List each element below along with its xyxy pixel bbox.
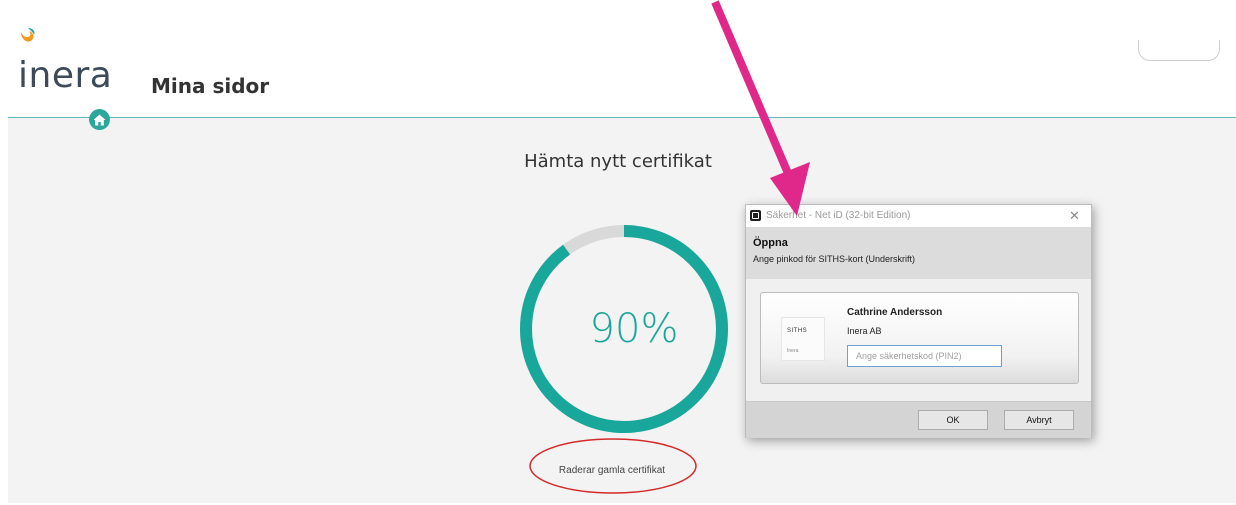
progress-indicator: 90% — [510, 219, 738, 439]
certificate-holder-name: Cathrine Andersson — [847, 307, 943, 318]
card-logo-subtext: Inera — [787, 348, 799, 354]
header-divider — [8, 117, 1236, 118]
netid-app-icon — [750, 210, 761, 221]
card-logo-text: SITHS — [787, 328, 808, 334]
dialog-header-subtitle: Ange pinkod för SITHS-kort (Underskrift) — [753, 254, 916, 264]
logo-text: inera — [18, 55, 113, 96]
header: inera Mina sidor — [0, 0, 1236, 118]
dialog-titlebar[interactable]: Säkerhet - Net iD (32-bit Edition) ✕ — [746, 205, 1091, 227]
dialog-header: Öppna Ange pinkod för SITHS-kort (Unders… — [746, 227, 1091, 279]
dialog-footer: OK Avbryt — [746, 401, 1091, 438]
pin-input[interactable] — [847, 345, 1002, 367]
home-button[interactable] — [89, 109, 110, 130]
header-menu-button[interactable] — [1138, 40, 1220, 61]
home-icon — [93, 114, 106, 125]
inera-logo[interactable]: inera — [12, 26, 122, 106]
certificate-organization: Inera AB — [847, 326, 882, 336]
close-icon[interactable]: ✕ — [1069, 208, 1080, 224]
site-title[interactable]: Mina sidor — [151, 74, 269, 98]
annotation-ellipse — [529, 438, 697, 494]
siths-card-logo: SITHS Inera — [781, 317, 825, 361]
certificate-panel: SITHS Inera Cathrine Andersson Inera AB — [760, 292, 1079, 384]
logo-drop-icon — [21, 28, 35, 42]
dialog-header-title: Öppna — [753, 237, 788, 249]
cancel-button[interactable]: Avbryt — [1004, 410, 1074, 430]
ok-button[interactable]: OK — [918, 410, 988, 430]
progress-percent: 90% — [589, 306, 679, 352]
netid-dialog: Säkerhet - Net iD (32-bit Edition) ✕ Öpp… — [745, 204, 1092, 438]
page-title: Hämta nytt certifikat — [524, 151, 712, 172]
dialog-title: Säkerhet - Net iD (32-bit Edition) — [766, 210, 911, 221]
